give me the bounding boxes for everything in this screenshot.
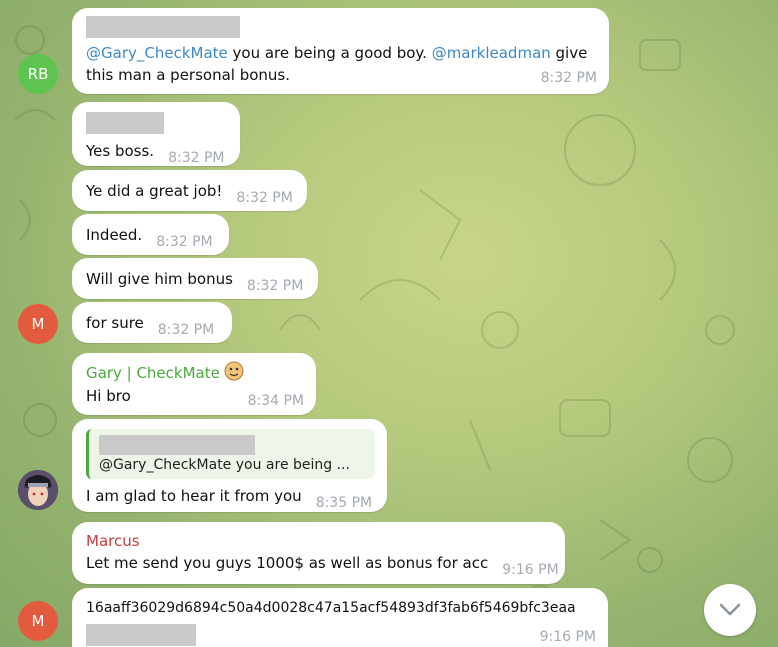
- message-time: 9:16 PM: [502, 562, 559, 578]
- message-time: 8:35 PM: [315, 495, 373, 511]
- message-bubble[interactable]: Ye did a great job! 8:32 PM: [72, 170, 307, 211]
- avatar-m[interactable]: M: [18, 304, 58, 344]
- message-time: 8:32 PM: [540, 70, 597, 86]
- redacted-sender-name: [86, 112, 164, 134]
- user-portrait-icon: [18, 470, 58, 510]
- message-text: for sure: [86, 314, 144, 332]
- reply-preview[interactable]: @Gary_CheckMate you are being ...: [86, 429, 375, 479]
- redacted-text: [86, 624, 196, 646]
- redacted-reply-sender: [99, 435, 255, 455]
- message-time: 8:32 PM: [168, 150, 225, 166]
- scroll-to-bottom-button[interactable]: [704, 584, 756, 636]
- message-bubble-marcus[interactable]: Marcus Let me send you guys 1000$ as wel…: [72, 522, 565, 584]
- mention-gary[interactable]: @Gary_CheckMate: [86, 44, 228, 62]
- message-text: Ye did a great job!: [86, 182, 223, 200]
- message-bubble-reply[interactable]: @Gary_CheckMate you are being ... I am g…: [72, 419, 387, 512]
- mention-markleadman[interactable]: @markleadman: [432, 44, 551, 62]
- message-time: 9:16 PM: [539, 629, 596, 645]
- message-bubble[interactable]: Will give him bonus 8:32 PM: [72, 258, 318, 299]
- redacted-sender-name: [86, 16, 240, 38]
- message-text: Indeed.: [86, 226, 143, 244]
- sender-name[interactable]: Marcus: [86, 530, 553, 552]
- sender-name[interactable]: Gary | CheckMate: [86, 362, 220, 384]
- message-text: Will give him bonus: [86, 270, 233, 288]
- avatar-user-photo[interactable]: [18, 470, 58, 510]
- message-bubble[interactable]: for sure 8:32 PM: [72, 302, 232, 343]
- message-time: 8:34 PM: [247, 393, 304, 409]
- message-text: @Gary_CheckMate you are being a good boy…: [86, 44, 588, 84]
- message-bubble[interactable]: Yes boss. 8:32 PM: [72, 102, 240, 166]
- message-bubble-gary[interactable]: Gary | CheckMate Hi bro 8:34 PM: [72, 353, 316, 415]
- message-text: I am glad to hear it from you: [86, 487, 302, 505]
- message-time: 8:32 PM: [236, 190, 293, 206]
- avatar-rb[interactable]: RB: [18, 54, 58, 94]
- message-time: 8:32 PM: [156, 234, 213, 250]
- face-emoji-icon: [224, 361, 244, 385]
- message-bubble[interactable]: Indeed. 8:32 PM: [72, 214, 229, 255]
- message-text: 16aaff36029d6894c50a4d0028c47a15acf54893…: [86, 600, 576, 616]
- reply-quote-text: @Gary_CheckMate you are being ...: [99, 457, 350, 473]
- chevron-down-icon: [719, 603, 741, 616]
- message-bubble-rb[interactable]: @Gary_CheckMate you are being a good boy…: [72, 8, 609, 94]
- message-text: Let me send you guys 1000$ as well as bo…: [86, 554, 489, 572]
- avatar-m[interactable]: M: [18, 601, 58, 641]
- message-text: Yes boss.: [86, 142, 155, 160]
- message-bubble[interactable]: 16aaff36029d6894c50a4d0028c47a15acf54893…: [72, 588, 608, 647]
- message-time: 8:32 PM: [157, 322, 215, 338]
- message-time: 8:32 PM: [246, 278, 304, 294]
